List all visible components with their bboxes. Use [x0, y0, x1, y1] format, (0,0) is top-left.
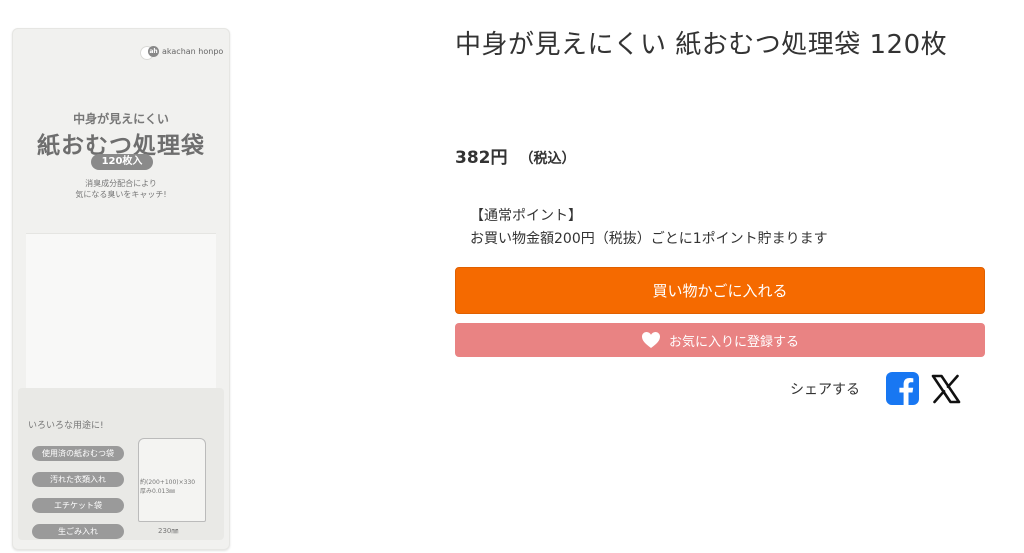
bag-width-label: 230㎜ — [158, 527, 179, 535]
share-label: シェアする — [790, 381, 860, 398]
package-desc-line2: 気になる臭いをキャッチ! — [75, 190, 167, 199]
facebook-icon[interactable] — [886, 372, 919, 405]
product-image: ah akachan honpo 中身が見えにくい 紙おむつ処理袋 120枚入 … — [0, 0, 240, 553]
brand-name: akachan honpo — [162, 47, 224, 56]
add-to-favorites-label: お気に入りに登録する — [668, 334, 799, 350]
package-description: 消臭成分配合により 気になる臭いをキャッチ! — [12, 178, 230, 200]
brand-logo-icon: ah — [148, 46, 159, 57]
use-pill: 使用済の紙おむつ袋 — [32, 446, 124, 461]
package-subtitle: 中身が見えにくい — [73, 112, 169, 126]
use-pill: エチケット袋 — [32, 498, 124, 513]
point-detail: お買い物金額200円（税抜）ごとに1ポイント貯まります — [470, 231, 828, 247]
share-row: シェアする — [790, 372, 962, 405]
bag-spec: 約(200+100)×330 厚み0.013㎜ — [140, 478, 195, 496]
package-illustration: ah akachan honpo 中身が見えにくい 紙おむつ処理袋 120枚入 … — [12, 28, 230, 550]
heart-icon — [641, 331, 661, 349]
price-row: 382円 （税込） — [455, 143, 576, 168]
use-pill: 生ごみ入れ — [32, 524, 124, 539]
bag-spec-line1: 約(200+100)×330 — [140, 479, 196, 486]
price: 382円 — [455, 148, 508, 168]
uses-title: いろいろな用途に! — [28, 421, 104, 431]
package-desc-line1: 消臭成分配合により — [85, 179, 157, 188]
add-to-cart-label: 買い物かごに入れる — [652, 282, 788, 300]
package-brand: ah akachan honpo — [148, 46, 223, 57]
point-info: 【通常ポイント】 お買い物金額200円（税抜）ごとに1ポイント貯まります — [470, 205, 828, 251]
add-to-favorites-button[interactable]: お気に入りに登録する — [455, 323, 985, 357]
bag-spec-line2: 厚み0.013㎜ — [140, 488, 176, 495]
use-pill: 汚れた衣類入れ — [32, 472, 124, 487]
tax-note: （税込） — [519, 151, 576, 167]
add-to-cart-button[interactable]: 買い物かごに入れる — [455, 267, 985, 314]
package-uses-panel: いろいろな用途に! 使用済の紙おむつ袋 汚れた衣類入れ エチケット袋 生ごみ入れ… — [18, 388, 224, 540]
product-title: 中身が見えにくい 紙おむつ処理袋 120枚 — [455, 30, 948, 60]
package-count-badge: 120枚入 — [91, 154, 153, 170]
x-icon[interactable] — [929, 372, 962, 405]
point-heading: 【通常ポイント】 — [470, 208, 582, 224]
package-window — [26, 233, 216, 394]
